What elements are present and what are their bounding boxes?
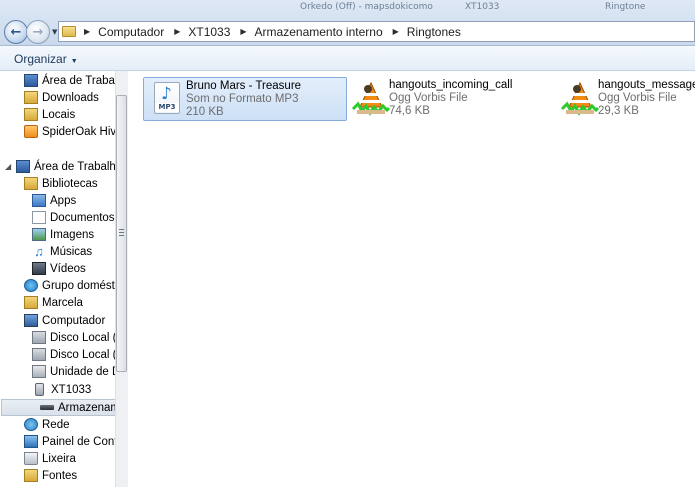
phone-icon — [35, 383, 44, 396]
breadcrumb-ringtones[interactable]: Ringtones — [407, 25, 461, 39]
breadcrumb-root-arrow[interactable]: ▶ — [76, 27, 98, 36]
videos-icon — [32, 262, 46, 275]
address-bar[interactable]: ▶ Computador ▶ XT1033 ▶ Armazenamento inte… — [58, 21, 695, 42]
file-size: 210 KB — [186, 106, 224, 118]
nav-item-computador[interactable]: Computador — [24, 312, 105, 329]
nav-item-painel[interactable]: Painel de Controle — [24, 433, 128, 450]
breadcrumb-separator-icon: ▶ — [392, 27, 399, 36]
nav-item-disco-c[interactable]: Disco Local (C:) — [32, 329, 128, 346]
vlc-ogg-file-icon — [347, 77, 391, 119]
breadcrumb-computador[interactable]: Computador ▶ — [98, 25, 188, 39]
file-type: Ogg Vorbis File — [389, 92, 468, 104]
nav-item-xt1033[interactable]: XT1033 — [32, 381, 91, 398]
control-panel-icon — [24, 435, 38, 448]
homegroup-icon — [24, 279, 38, 292]
file-type: Som no Formato MP3 — [186, 93, 299, 105]
background-tab: XT1033 — [465, 2, 500, 12]
file-name: hangouts_incoming_call — [389, 79, 513, 91]
nav-item-fontes[interactable]: Fontes — [24, 467, 77, 484]
user-folder-icon — [24, 296, 38, 309]
nav-item-armazenamento-interno[interactable]: Armazenamento interno — [1, 399, 128, 416]
recent-places-icon — [24, 108, 38, 121]
nav-item-rede[interactable]: Rede — [24, 416, 70, 433]
fonts-icon — [24, 469, 38, 482]
breadcrumb-xt1033[interactable]: XT1033 ▶ — [188, 25, 254, 39]
breadcrumb-armazenamento[interactable]: Armazenamento interno ▶ — [255, 25, 407, 39]
file-tile-treasure[interactable]: ♪ MP3 Bruno Mars - Treasure Som no Forma… — [143, 77, 347, 121]
recycle-bin-icon — [24, 452, 38, 465]
file-size: 29,3 KB — [598, 105, 639, 117]
command-bar: Organizar ▼ — [0, 46, 695, 71]
recent-pages-dropdown-icon[interactable]: ▼ — [52, 28, 57, 36]
background-tab: Orkedo (Off) - mapsdokicomo — [300, 2, 433, 12]
storage-icon — [40, 405, 54, 410]
nav-item-disco-d[interactable]: Disco Local (D:) — [32, 346, 128, 363]
title-bar: Orkedo (Off) - mapsdokicomo XT1033 Ringt… — [0, 0, 695, 46]
back-arrow-icon: ← — [10, 24, 22, 40]
nav-item-documentos[interactable]: Documentos — [32, 209, 115, 226]
nav-item-desktop-root[interactable]: Área de Trabalho — [16, 158, 122, 175]
spideroak-icon — [24, 125, 38, 138]
forward-arrow-icon: → — [32, 24, 44, 40]
nav-item-spideroak[interactable]: SpiderOak Hive — [24, 123, 123, 140]
nav-item-downloads[interactable]: Downloads — [24, 89, 99, 106]
background-tab: Ringtone — [605, 2, 646, 12]
forward-button[interactable]: → — [26, 20, 50, 44]
images-icon — [32, 228, 46, 241]
nav-item-favorites-desktop[interactable]: Área de Trabalho — [24, 72, 128, 89]
network-icon — [24, 418, 38, 431]
nav-item-marcela[interactable]: Marcela — [24, 294, 83, 311]
dvd-drive-icon — [32, 365, 46, 378]
libraries-icon — [24, 177, 38, 190]
file-size: 74,6 KB — [389, 105, 430, 117]
chevron-down-icon: ▼ — [70, 58, 78, 65]
downloads-icon — [24, 91, 38, 104]
breadcrumb-separator-icon: ▶ — [240, 27, 247, 36]
nav-item-homegroup[interactable]: Grupo doméstico — [24, 277, 128, 294]
nav-item-imagens[interactable]: Imagens — [32, 226, 94, 243]
drive-c-icon — [32, 331, 46, 344]
breadcrumb-separator-icon: ▶ — [174, 27, 181, 36]
file-name: Bruno Mars - Treasure — [186, 80, 302, 92]
background-tabs: Orkedo (Off) - mapsdokicomo XT1033 Ringt… — [300, 0, 695, 16]
folder-icon — [62, 26, 76, 37]
file-tile-message[interactable]: hangouts_message Ogg Vorbis File 29,3 KB — [556, 77, 695, 121]
nav-item-musicas[interactable]: ♫ Músicas — [32, 243, 92, 260]
nav-item-dvd[interactable]: Unidade de DVD — [32, 363, 128, 380]
nav-item-videos[interactable]: Vídeos — [32, 260, 86, 277]
expand-desktop-icon[interactable]: ◢ — [5, 162, 11, 171]
navigation-pane: Área de Trabalho Downloads Locais Spider… — [0, 71, 128, 487]
vlc-ogg-file-icon — [556, 77, 600, 119]
computer-icon — [24, 314, 38, 327]
file-list: ♪ MP3 Bruno Mars - Treasure Som no Forma… — [129, 71, 695, 487]
nav-item-lixeira[interactable]: Lixeira — [24, 450, 76, 467]
back-button[interactable]: ← — [4, 20, 28, 44]
scroll-grip-icon — [119, 229, 124, 236]
nav-item-libraries[interactable]: Bibliotecas — [24, 175, 98, 192]
nav-item-locais[interactable]: Locais — [24, 106, 75, 123]
drive-d-icon — [32, 348, 46, 361]
file-tile-incoming-call[interactable]: hangouts_incoming_call Ogg Vorbis File 7… — [347, 77, 547, 121]
mp3-file-icon: ♪ MP3 — [144, 78, 186, 120]
desktop-icon — [24, 74, 38, 87]
music-icon: ♫ — [34, 244, 44, 259]
organize-button[interactable]: Organizar ▼ — [14, 52, 78, 66]
apps-icon — [32, 194, 46, 207]
file-type: Ogg Vorbis File — [598, 92, 677, 104]
documents-icon — [32, 211, 46, 224]
file-name: hangouts_message — [598, 79, 695, 91]
desktop-icon — [16, 160, 30, 173]
nav-item-apps[interactable]: Apps — [32, 192, 76, 209]
